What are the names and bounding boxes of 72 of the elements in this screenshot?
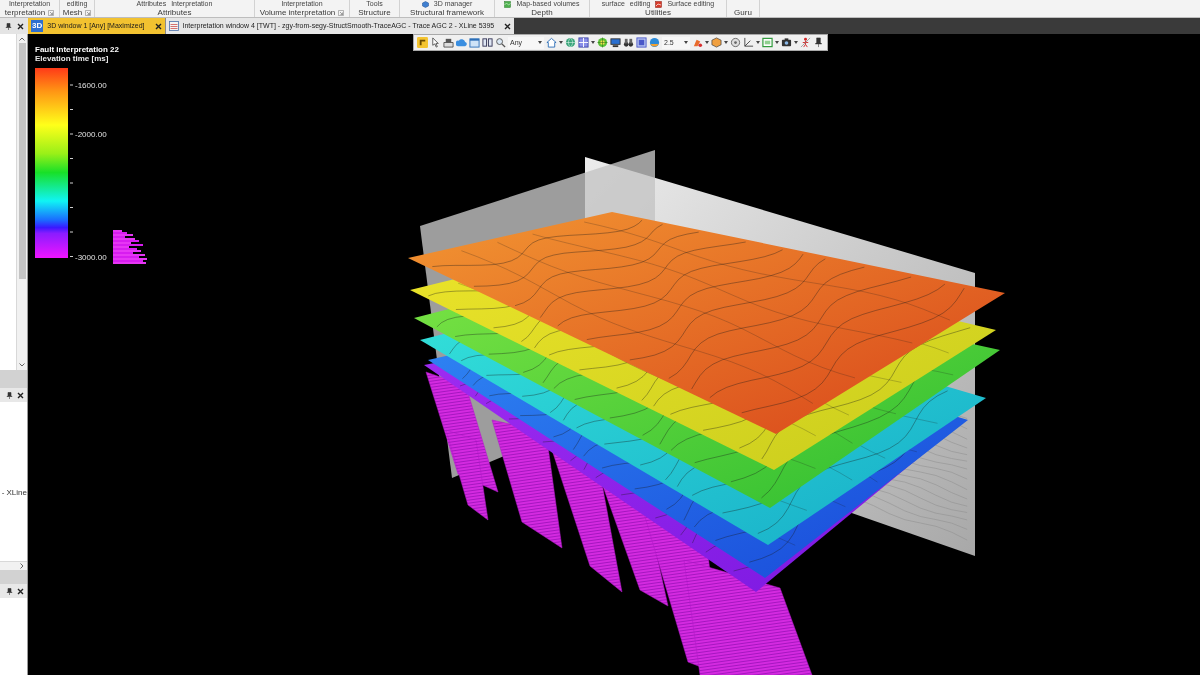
- close-icon[interactable]: [154, 22, 162, 30]
- panel-text: - XLine: [1, 488, 27, 498]
- ribbon-group-label: Utilities: [645, 8, 671, 17]
- legend-subtitle: Elevation time [ms]: [35, 54, 110, 63]
- figure-icon[interactable]: [800, 37, 811, 48]
- camera-icon[interactable]: [781, 37, 792, 48]
- pointer-icon[interactable]: [430, 37, 441, 48]
- caret-icon[interactable]: [705, 41, 709, 44]
- ribbon-group-label: Structural framework: [410, 8, 484, 17]
- monitor-icon[interactable]: [610, 37, 621, 48]
- scale-tick: [70, 84, 73, 86]
- pick-tool-icon[interactable]: [417, 37, 428, 48]
- window-icon[interactable]: [469, 37, 480, 48]
- scale-label: -1600.00: [75, 81, 107, 90]
- pin-icon[interactable]: [6, 391, 13, 399]
- caret-icon[interactable]: [538, 41, 542, 44]
- close-icon[interactable]: [17, 587, 24, 595]
- ribbon-group-label: Structure: [358, 8, 391, 17]
- ribbon-group-label: Volume interpretation: [259, 8, 336, 17]
- caret-icon[interactable]: [794, 41, 798, 44]
- caret-icon[interactable]: [724, 41, 728, 44]
- caret-icon[interactable]: [775, 41, 779, 44]
- surface-icon[interactable]: [655, 0, 663, 8]
- magnifier-icon[interactable]: [495, 37, 506, 48]
- hexagon-icon[interactable]: [711, 37, 722, 48]
- close-icon[interactable]: [17, 391, 24, 399]
- close-icon[interactable]: [504, 22, 512, 30]
- scrollbar[interactable]: [16, 34, 27, 370]
- scale-label: -2000.00: [75, 130, 107, 139]
- grid-icon[interactable]: [578, 37, 589, 48]
- caret-icon[interactable]: [591, 41, 595, 44]
- scroll-down-icon[interactable]: [19, 363, 25, 367]
- map-icon[interactable]: [504, 0, 512, 8]
- columns-icon[interactable]: [482, 37, 493, 48]
- scroll-right-icon[interactable]: [20, 563, 24, 569]
- ribbon-group-label: terpretation: [4, 8, 46, 17]
- ribbon-group-label: Attributes: [157, 8, 192, 17]
- scroll-up-icon[interactable]: [19, 37, 25, 41]
- pin-icon[interactable]: [4, 22, 12, 30]
- scale-tick: [70, 231, 73, 233]
- hexagon-icon[interactable]: [421, 0, 429, 8]
- binoculars-icon[interactable]: [623, 37, 634, 48]
- caret-icon[interactable]: [684, 41, 688, 44]
- view-badge: 3D: [31, 20, 44, 32]
- scale-tick: [70, 182, 73, 184]
- scale-tick: [70, 133, 73, 135]
- caret-icon[interactable]: [559, 41, 563, 44]
- paint-icon[interactable]: [692, 37, 703, 48]
- caret-icon[interactable]: [756, 41, 760, 44]
- scrollbar-thumb[interactable]: [18, 43, 26, 279]
- scale-label: -3000.00: [75, 252, 107, 262]
- disc-icon[interactable]: [730, 37, 741, 48]
- scale-tick: [70, 109, 73, 110]
- axes-icon[interactable]: [743, 37, 754, 48]
- pin-icon[interactable]: [813, 37, 824, 48]
- scale-tick: [70, 256, 73, 257]
- ribbon-group-label: Mesh: [62, 8, 83, 17]
- scale-tick: [70, 207, 73, 208]
- ribbon-group-label: Guru: [734, 8, 752, 17]
- ribbon-group-label: Depth: [531, 8, 553, 17]
- scale-tick: [70, 158, 73, 159]
- tray-icon[interactable]: [443, 37, 454, 48]
- legend-title: Fault interpretation 22: [35, 45, 120, 54]
- close-icon[interactable]: [16, 22, 24, 30]
- sphere-icon[interactable]: [649, 37, 660, 48]
- cloud-icon[interactable]: [456, 37, 467, 48]
- screen-icon[interactable]: [762, 37, 773, 48]
- pin-icon[interactable]: [6, 587, 13, 595]
- home-icon[interactable]: [546, 37, 557, 48]
- window-icon: [168, 21, 179, 31]
- scrollbar[interactable]: [0, 561, 27, 570]
- frame-icon[interactable]: [636, 37, 647, 48]
